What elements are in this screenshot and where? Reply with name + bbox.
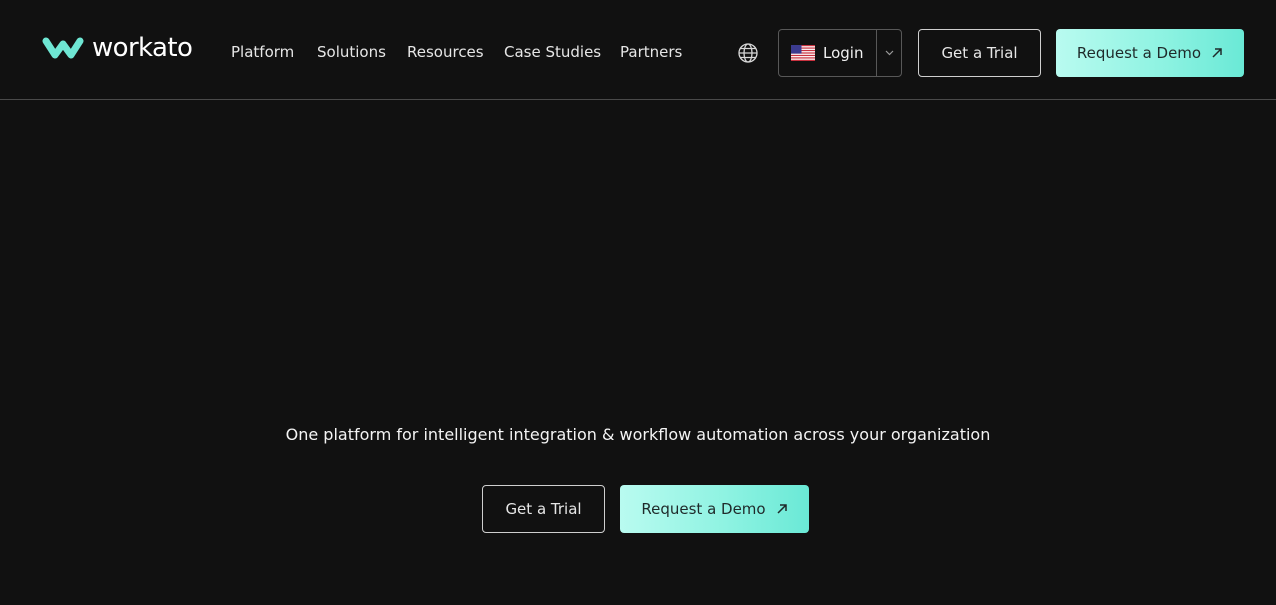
chevron-down-icon bbox=[885, 50, 893, 56]
nav-item-case-studies[interactable]: Case Studies bbox=[504, 42, 601, 62]
workato-logo-icon bbox=[42, 37, 84, 59]
hero-request-demo-button[interactable]: Request a Demo bbox=[620, 485, 809, 533]
hero-tagline: One platform for intelligent integration… bbox=[285, 425, 991, 444]
header-request-demo-button[interactable]: Request a Demo bbox=[1056, 29, 1244, 77]
login-button[interactable]: Login bbox=[779, 30, 876, 76]
us-flag-icon bbox=[791, 45, 815, 61]
site-header: workato Platform Solutions Resources Cas… bbox=[0, 0, 1276, 100]
arrow-up-right-icon bbox=[777, 504, 787, 514]
login-label: Login bbox=[823, 44, 864, 62]
login-menu-toggle[interactable] bbox=[877, 30, 901, 76]
nav-item-resources[interactable]: Resources bbox=[407, 42, 484, 62]
header-request-demo-label: Request a Demo bbox=[1076, 44, 1202, 62]
login-dropdown[interactable]: Login bbox=[778, 29, 902, 77]
hero-get-trial-button[interactable]: Get a Trial bbox=[482, 485, 605, 533]
hero-get-trial-label: Get a Trial bbox=[505, 500, 582, 518]
globe-icon[interactable] bbox=[737, 42, 759, 64]
header-get-trial-button[interactable]: Get a Trial bbox=[918, 29, 1041, 77]
hero-request-demo-label: Request a Demo bbox=[641, 500, 766, 518]
arrow-up-right-icon bbox=[1212, 48, 1222, 58]
nav-item-partners[interactable]: Partners bbox=[620, 42, 682, 62]
nav-item-platform[interactable]: Platform bbox=[231, 42, 294, 62]
header-get-trial-label: Get a Trial bbox=[941, 44, 1018, 62]
nav-item-solutions[interactable]: Solutions bbox=[317, 42, 386, 62]
workato-logo[interactable]: workato bbox=[42, 33, 193, 63]
logo-text: workato bbox=[92, 33, 193, 63]
